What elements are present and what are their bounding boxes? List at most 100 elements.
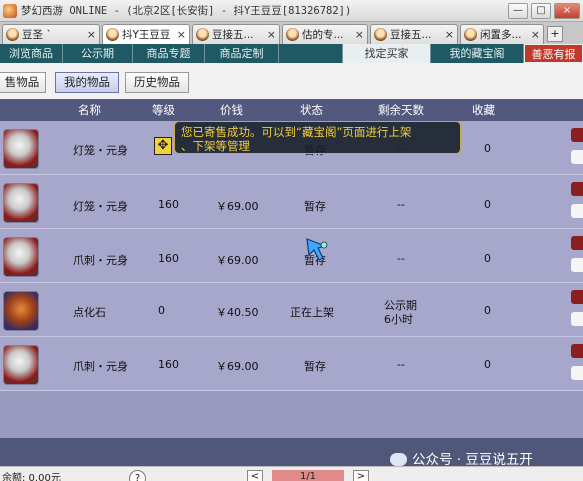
nav-karma-button[interactable]: 善恶有报 <box>524 44 583 63</box>
item-subtab-bar: 售物品 我的物品 历史物品 <box>0 63 583 99</box>
helmet-item-icon[interactable] <box>3 183 39 223</box>
header-level: 等级 <box>152 103 175 117</box>
account-tab-bar: 豆圣 ` × 抖Y王豆豆 × 豆接五... × 估的专... × 豆接五... … <box>0 22 583 44</box>
help-button[interactable]: ? <box>129 470 146 481</box>
maximize-button[interactable]: □ <box>531 2 551 19</box>
tab-label: 闲置多... <box>480 29 522 41</box>
account-tab[interactable]: 估的专... × <box>282 24 368 44</box>
minimize-button[interactable]: — <box>508 2 528 19</box>
sale-success-tooltip: 您已寄售成功。可以到“藏宝阁”页面进行上架 、下架等管理 <box>174 121 461 154</box>
header-status: 状态 <box>300 103 323 117</box>
claw-item-icon[interactable] <box>3 345 39 385</box>
item-days-left: -- <box>397 198 405 211</box>
item-favorites: 0 <box>484 304 491 317</box>
row-action-button[interactable] <box>571 236 583 250</box>
tab-label: 豆圣 ` <box>22 29 52 41</box>
helmet-item-icon[interactable] <box>3 129 39 169</box>
subtab-history-items[interactable]: 历史物品 <box>125 72 189 93</box>
item-favorites: 0 <box>484 142 491 155</box>
subtab-my-items[interactable]: 我的物品 <box>55 72 119 93</box>
table-row[interactable]: 爪刺・元身 160 ￥69.00 暂存 -- 0 <box>0 229 583 283</box>
item-days-left: -- <box>397 252 405 265</box>
account-tab[interactable]: 闲置多... × <box>460 24 544 44</box>
item-name: 爪刺・元身 <box>73 360 128 373</box>
add-tab-button[interactable]: + <box>547 26 563 42</box>
item-name: 灯笼・元身 <box>73 200 128 213</box>
avatar-icon <box>286 28 299 41</box>
avatar-icon <box>6 28 19 41</box>
tab-label: 估的专... <box>302 29 344 41</box>
nav-goods-topic[interactable]: 商品专题 <box>133 44 205 63</box>
nav-my-treasure[interactable]: 我的藏宝阁 <box>431 44 524 63</box>
table-header: 名称 等级 价钱 状态 剩余天数 收藏 <box>0 99 583 121</box>
row-action-button[interactable] <box>571 344 583 358</box>
item-name: 点化石 <box>73 306 106 319</box>
tab-close-icon[interactable]: × <box>267 28 276 41</box>
item-days-left: -- <box>397 358 405 371</box>
row-action-button[interactable] <box>571 150 583 164</box>
tab-label: 豆接五... <box>212 29 254 41</box>
item-status: 暂存 <box>304 200 326 213</box>
nav-find-buyer[interactable]: 找定买家 <box>343 44 431 63</box>
item-favorites: 0 <box>484 358 491 371</box>
nav-goods-custom[interactable]: 商品定制 <box>205 44 279 63</box>
table-row[interactable]: 爪刺・元身 160 ￥69.00 暂存 -- 0 <box>0 337 583 391</box>
watermark: 公众号 · 豆豆说五开 <box>390 448 533 468</box>
avatar-icon <box>374 28 387 41</box>
item-status: 正在上架 <box>290 306 334 319</box>
table-row[interactable]: 点化石 0 ￥40.50 正在上架 公示期 6小时 0 <box>0 283 583 337</box>
item-status: 暂存 <box>304 360 326 373</box>
item-favorites: 0 <box>484 198 491 211</box>
gem-item-icon[interactable] <box>3 291 39 331</box>
item-price: ￥69.00 <box>216 200 259 213</box>
item-name: 灯笼・元身 <box>73 144 128 157</box>
wechat-icon <box>390 453 407 466</box>
tab-close-icon[interactable]: × <box>177 28 186 41</box>
row-action-button[interactable] <box>571 182 583 196</box>
item-level: 160 <box>158 198 179 211</box>
row-action-button[interactable] <box>571 204 583 218</box>
item-price: ￥40.50 <box>216 306 259 319</box>
row-action-button[interactable] <box>571 128 583 142</box>
item-table: 灯笼・元身 暂存 -- 0 灯笼・元身 160 ￥69.00 暂存 -- 0 爪… <box>0 121 583 391</box>
balance-text: 余额: 0.00元 <box>2 473 61 481</box>
window-titlebar: 梦幻西游 ONLINE - (北京2区[长安街] - 抖Y王豆豆[8132678… <box>0 0 583 22</box>
header-favorites: 收藏 <box>472 103 495 117</box>
next-page-button[interactable]: > <box>353 470 369 481</box>
subtab-sell-items[interactable]: 售物品 <box>0 72 46 93</box>
claw-item-icon[interactable] <box>3 237 39 277</box>
account-tab[interactable]: 豆圣 ` × <box>2 24 100 44</box>
row-action-button[interactable] <box>571 312 583 326</box>
item-favorites: 0 <box>484 252 491 265</box>
tab-close-icon[interactable]: × <box>445 28 454 41</box>
row-action-button[interactable] <box>571 290 583 304</box>
tab-label: 豆接五... <box>390 29 432 41</box>
move-cursor-icon: ✥ <box>154 137 172 155</box>
header-price: 价钱 <box>220 103 243 117</box>
tooltip-line2: 、下架等管理 <box>181 139 250 153</box>
item-price: ￥69.00 <box>216 360 259 373</box>
nav-browse-goods[interactable]: 浏览商品 <box>0 44 63 63</box>
main-nav: 浏览商品 公示期 商品专题 商品定制 找定买家 我的藏宝阁 善恶有报 <box>0 44 583 63</box>
pointer-cursor-icon <box>306 238 328 261</box>
close-button[interactable]: × <box>554 2 580 19</box>
nav-public-period[interactable]: 公示期 <box>63 44 133 63</box>
account-tab-active[interactable]: 抖Y王豆豆 × <box>102 24 190 44</box>
page-indicator: 1/1 <box>272 470 344 481</box>
item-level: 0 <box>158 304 165 317</box>
table-row[interactable]: 灯笼・元身 160 ￥69.00 暂存 -- 0 <box>0 175 583 229</box>
item-level: 160 <box>158 252 179 265</box>
tab-close-icon[interactable]: × <box>355 28 364 41</box>
app-logo-icon <box>3 3 17 18</box>
prev-page-button[interactable]: < <box>247 470 263 481</box>
row-action-button[interactable] <box>571 366 583 380</box>
tab-label: 抖Y王豆豆 <box>122 29 171 41</box>
account-tab[interactable]: 豆接五... × <box>370 24 458 44</box>
tooltip-line1: 您已寄售成功。可以到“藏宝阁”页面进行上架 <box>181 125 412 139</box>
avatar-icon <box>196 28 209 41</box>
tab-close-icon[interactable]: × <box>531 28 540 41</box>
header-name: 名称 <box>78 103 101 117</box>
tab-close-icon[interactable]: × <box>87 28 96 41</box>
row-action-button[interactable] <box>571 258 583 272</box>
account-tab[interactable]: 豆接五... × <box>192 24 280 44</box>
